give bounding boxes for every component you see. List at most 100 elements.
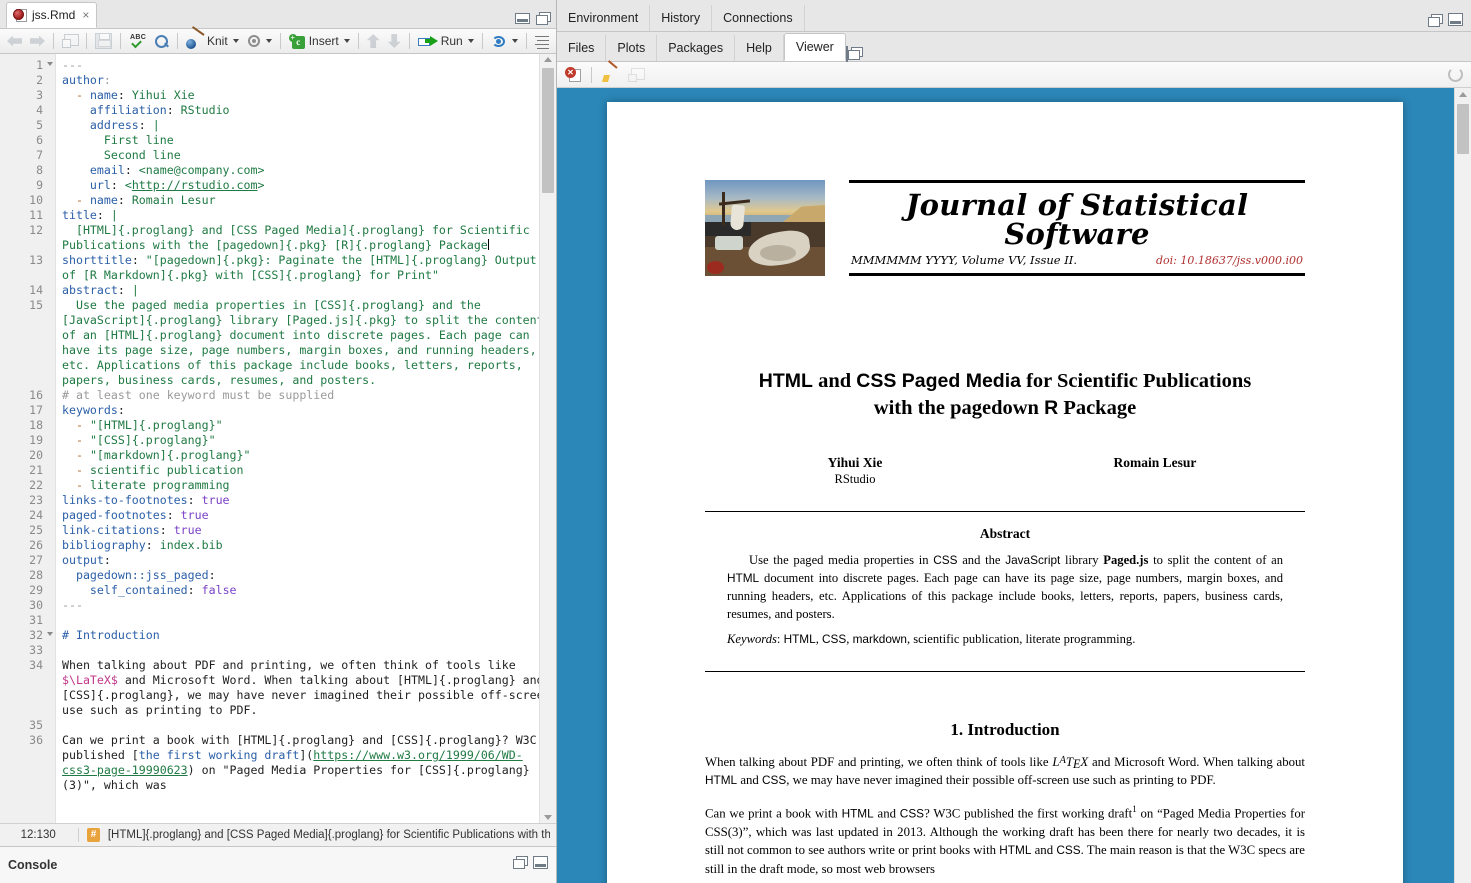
spellcheck-button[interactable]: ABC xyxy=(126,31,149,51)
source-pane: jss.Rmd × ABC Knit xyxy=(0,0,557,883)
tab-viewer[interactable]: Viewer xyxy=(784,33,846,61)
maximize-icon[interactable] xyxy=(1428,14,1442,26)
line-number: 25 xyxy=(0,523,55,538)
code-line[interactable]: First line xyxy=(62,133,552,148)
code-line[interactable] xyxy=(62,613,552,628)
code-line[interactable]: # at least one keyword must be supplied xyxy=(62,388,552,403)
journal-cover-image xyxy=(705,180,825,276)
run-button[interactable]: Run xyxy=(415,31,477,51)
tab-plots[interactable]: Plots xyxy=(606,35,657,61)
tab-packages[interactable]: Packages xyxy=(657,35,735,61)
code-line[interactable]: paged-footnotes: true xyxy=(62,508,552,523)
code-line[interactable]: [HTML]{.proglang} and [CSS Paged Media]{… xyxy=(62,223,552,253)
document-outline-button[interactable] xyxy=(532,31,552,51)
abstract-divider xyxy=(705,511,1305,512)
chevron-down-icon[interactable] xyxy=(233,39,239,43)
code-line[interactable]: Use the paged media properties in [CSS]{… xyxy=(62,298,552,388)
minimize-icon[interactable] xyxy=(515,13,530,24)
code-line[interactable]: keywords: xyxy=(62,403,552,418)
minimize-icon[interactable] xyxy=(533,856,548,869)
paper-title-part-4: for Scientific Publications xyxy=(1021,370,1251,392)
insert-chunk-button[interactable]: c+ Insert xyxy=(286,31,353,51)
code-line[interactable]: - name: Romain Lesur xyxy=(62,193,552,208)
maximize-icon[interactable] xyxy=(513,856,527,868)
tab-history[interactable]: History xyxy=(650,5,712,31)
stop-button[interactable]: ✕ xyxy=(562,65,584,85)
p2-seg-1: Can we print a book with xyxy=(705,806,842,820)
viewer-scrollbar-thumb[interactable] xyxy=(1457,104,1469,154)
code-line[interactable]: When talking about PDF and printing, we … xyxy=(62,658,552,718)
scroll-down-icon[interactable] xyxy=(544,815,552,820)
code-line[interactable]: title: | xyxy=(62,208,552,223)
save-button[interactable] xyxy=(92,31,115,51)
source-tab-jss-rmd[interactable]: jss.Rmd × xyxy=(6,2,97,28)
rerun-button[interactable] xyxy=(488,31,521,51)
code-line[interactable]: # Introduction xyxy=(62,628,552,643)
viewer-vertical-scrollbar[interactable] xyxy=(1454,88,1471,883)
code-line[interactable] xyxy=(62,643,552,658)
editor-scrollbar-thumb[interactable] xyxy=(542,68,554,193)
find-replace-button[interactable] xyxy=(151,31,172,51)
output-options-button[interactable] xyxy=(244,31,275,51)
refresh-icon[interactable] xyxy=(1448,67,1463,82)
show-in-new-window-button[interactable] xyxy=(59,31,81,51)
code-line[interactable] xyxy=(62,718,552,733)
scroll-up-icon[interactable] xyxy=(544,57,552,62)
line-number: 17 xyxy=(0,403,55,418)
fold-toggle-icon[interactable] xyxy=(47,62,53,66)
code-line[interactable]: bibliography: index.bib xyxy=(62,538,552,553)
code-line[interactable]: output: xyxy=(62,553,552,568)
forward-button[interactable] xyxy=(27,31,48,51)
paper-title: HTML and CSS Paged Media for Scientific … xyxy=(705,368,1305,421)
code-line[interactable]: email: <name@company.com> xyxy=(62,163,552,178)
tab-help[interactable]: Help xyxy=(735,35,784,61)
code-line[interactable]: address: | xyxy=(62,118,552,133)
previous-chunk-button[interactable] xyxy=(364,31,383,51)
chevron-down-icon[interactable] xyxy=(344,39,350,43)
code-line[interactable]: - "[markdown]{.proglang}" xyxy=(62,448,552,463)
code-line[interactable]: shorttitle: "[pagedown]{.pkg}: Paginate … xyxy=(62,253,552,283)
code-line[interactable]: - "[CSS]{.proglang}" xyxy=(62,433,552,448)
code-line[interactable]: author: xyxy=(62,73,552,88)
line-number: 12 xyxy=(0,223,55,253)
paper-title-part-2: and xyxy=(813,370,856,392)
source-code-text[interactable]: ---author: - name: Yihui Xie affiliation… xyxy=(56,54,556,823)
chevron-down-icon[interactable] xyxy=(512,39,518,43)
back-button[interactable] xyxy=(4,31,25,51)
clear-viewer-button[interactable] xyxy=(599,65,621,85)
tab-files[interactable]: Files xyxy=(557,35,606,61)
console-pane: Console xyxy=(0,846,556,883)
line-number: 33 xyxy=(0,643,55,658)
chevron-down-icon[interactable] xyxy=(266,39,272,43)
knit-button[interactable]: Knit xyxy=(183,31,242,51)
editor-vertical-scrollbar[interactable] xyxy=(539,54,556,823)
tab-environment[interactable]: Environment xyxy=(557,5,650,31)
p2-seg-3: ? W3C published the first working draft xyxy=(924,806,1132,820)
code-line[interactable]: --- xyxy=(62,58,552,73)
code-line[interactable]: - literate programming xyxy=(62,478,552,493)
code-line[interactable]: self_contained: false xyxy=(62,583,552,598)
code-line[interactable]: - scientific publication xyxy=(62,463,552,478)
scroll-up-icon[interactable] xyxy=(1459,92,1467,97)
maximize-icon[interactable] xyxy=(536,12,550,24)
chevron-down-icon[interactable] xyxy=(468,39,474,43)
document-breadcrumb[interactable]: [HTML]{.proglang} and [CSS Paged Media]{… xyxy=(108,829,550,841)
tab-connections[interactable]: Connections xyxy=(712,5,805,31)
code-line[interactable]: - "[HTML]{.proglang}" xyxy=(62,418,552,433)
minimize-icon[interactable] xyxy=(1448,13,1463,26)
show-in-new-window-button[interactable] xyxy=(625,65,647,85)
code-line[interactable]: abstract: | xyxy=(62,283,552,298)
fold-toggle-icon[interactable] xyxy=(47,632,53,636)
next-chunk-button[interactable] xyxy=(385,31,404,51)
code-line[interactable]: Can we print a book with [HTML]{.proglan… xyxy=(62,733,552,793)
code-editor[interactable]: 1234567891011121314151617181920212223242… xyxy=(0,54,556,823)
code-line[interactable]: --- xyxy=(62,598,552,613)
code-line[interactable]: link-citations: true xyxy=(62,523,552,538)
code-line[interactable]: pagedown::jss_paged: xyxy=(62,568,552,583)
code-line[interactable]: url: <http://rstudio.com> xyxy=(62,178,552,193)
code-line[interactable]: affiliation: RStudio xyxy=(62,103,552,118)
code-line[interactable]: Second line xyxy=(62,148,552,163)
close-icon[interactable]: × xyxy=(82,8,89,22)
code-line[interactable]: links-to-footnotes: true xyxy=(62,493,552,508)
code-line[interactable]: - name: Yihui Xie xyxy=(62,88,552,103)
